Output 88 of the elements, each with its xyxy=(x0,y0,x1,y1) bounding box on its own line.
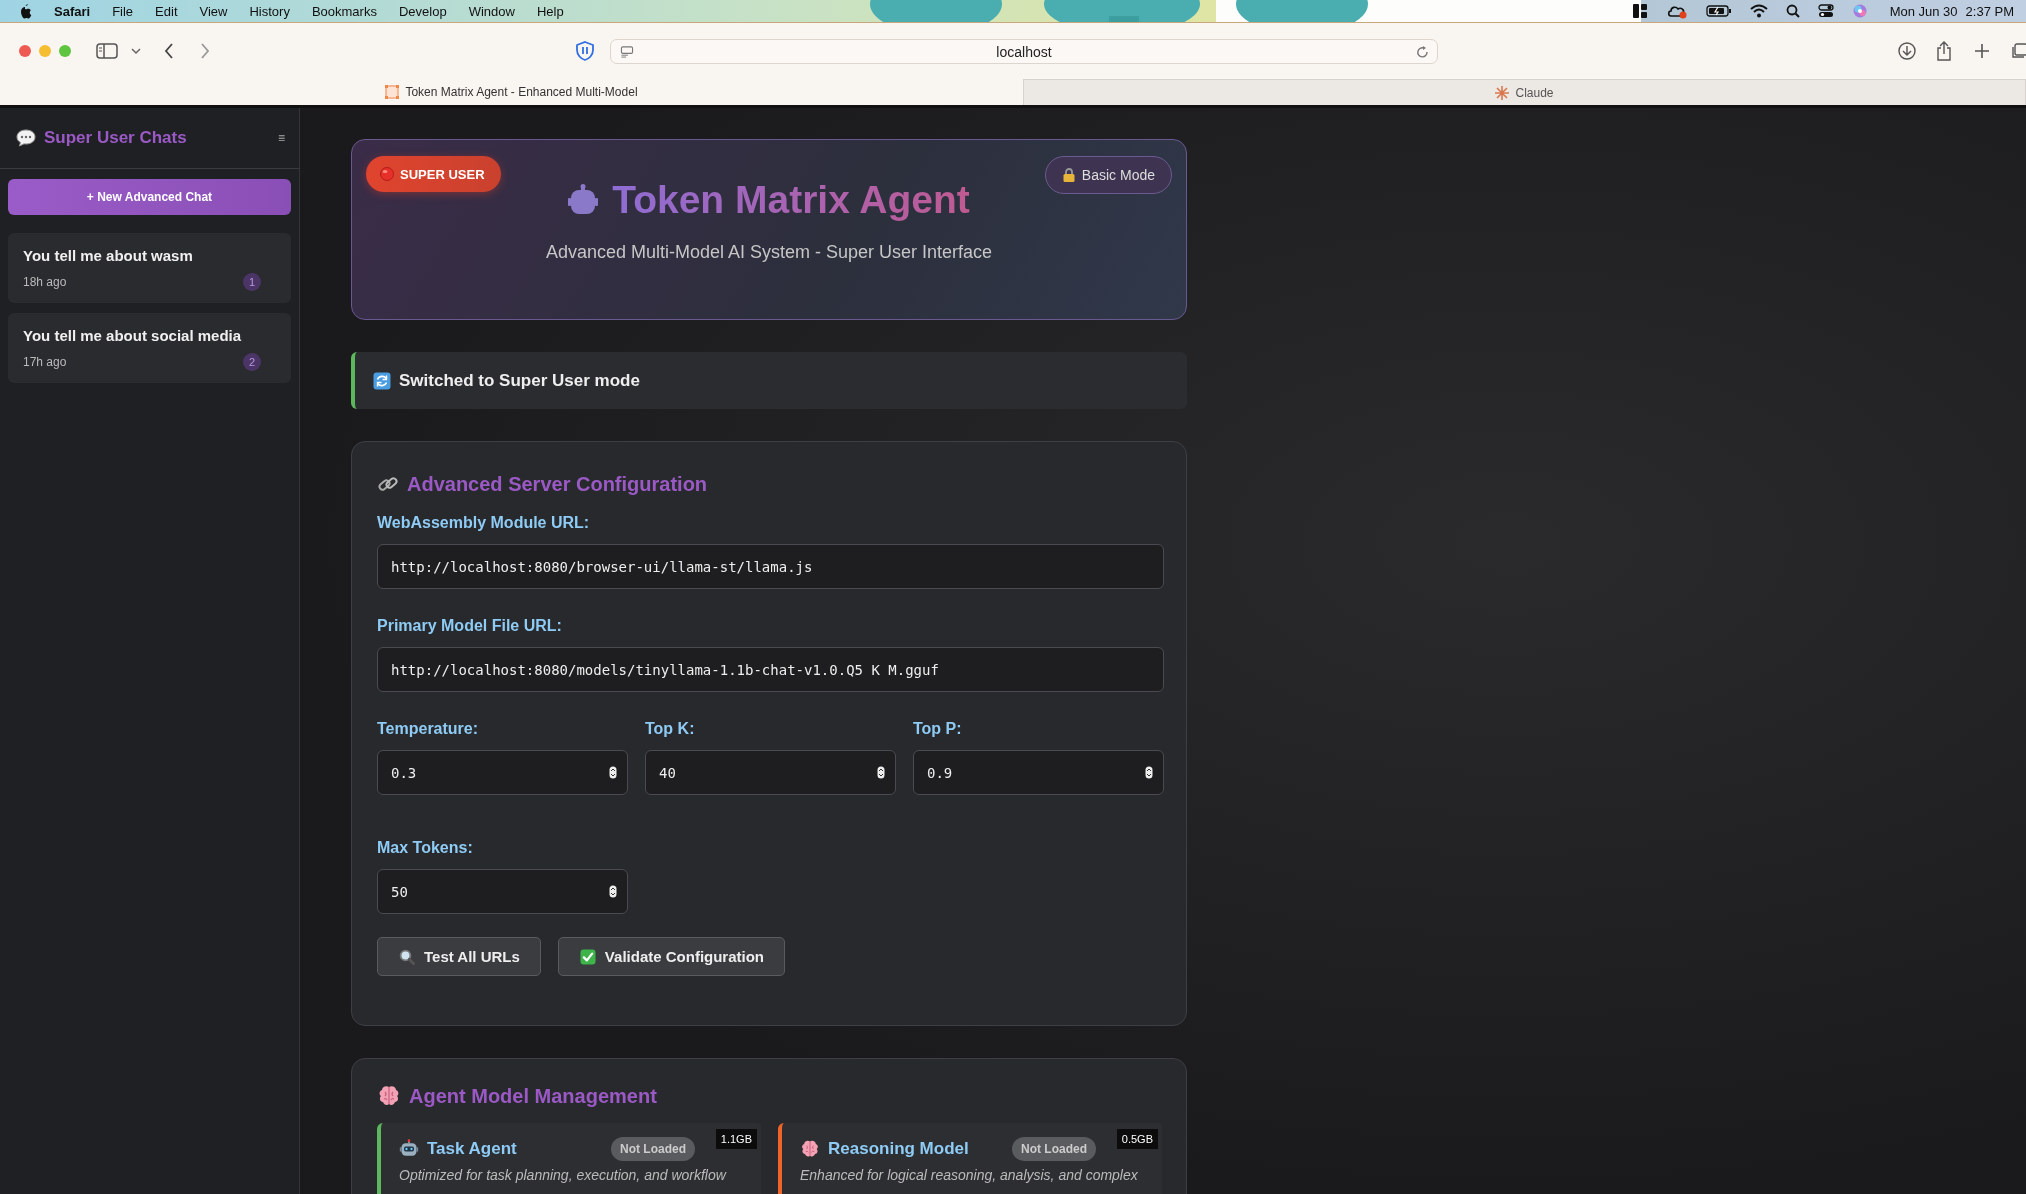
chat-time: 18h ago xyxy=(23,275,67,289)
browser-tab[interactable]: Claude xyxy=(1023,79,2026,105)
chat-item[interactable]: You tell me about social media 17h ago 2 xyxy=(8,313,291,383)
back-icon[interactable] xyxy=(164,43,174,59)
page-menu-icon[interactable] xyxy=(620,46,634,58)
spinner-icon[interactable] xyxy=(609,885,617,898)
notice-text: Switched to Super User mode xyxy=(399,370,640,391)
model-description: Enhanced for logical reasoning, analysis, and complex xyxy=(800,1167,1139,1183)
battery-icon[interactable] xyxy=(1705,4,1732,18)
address-field[interactable]: localhost xyxy=(610,39,1438,64)
app-subtitle: Advanced Multi-Model AI System - Super User Interface xyxy=(545,242,993,263)
menu-item[interactable]: Bookmarks xyxy=(311,3,377,19)
number-field[interactable]: 40 xyxy=(645,750,896,795)
menu-item[interactable]: Window xyxy=(468,3,515,19)
wifi-icon[interactable] xyxy=(1749,4,1768,18)
status-dot-icon xyxy=(380,167,394,181)
toggle-icon[interactable] xyxy=(1817,4,1834,18)
layout-icon[interactable] xyxy=(1631,3,1648,19)
chat-item[interactable]: You tell me about wasm 18h ago 1 xyxy=(8,233,291,303)
favicon-icon xyxy=(385,85,400,99)
cloud-icon[interactable] xyxy=(1665,3,1688,19)
orb-icon[interactable] xyxy=(1851,3,1868,19)
menu-item[interactable]: File xyxy=(112,3,134,19)
spinner-icon[interactable] xyxy=(609,766,617,779)
number-field[interactable]: 0.3 xyxy=(377,750,628,795)
status-badge: Not Loaded xyxy=(611,1137,695,1161)
model-name: Reasoning Model xyxy=(828,1139,970,1159)
search-icon[interactable] xyxy=(1785,4,1800,18)
field-label: Max Tokens: xyxy=(377,839,474,857)
menu-item[interactable]: History xyxy=(249,3,290,19)
menu-bar-date[interactable]: Mon Jun 30 xyxy=(1889,3,1958,19)
number-field[interactable]: 50 xyxy=(377,869,628,914)
message-count: 2 xyxy=(243,353,261,371)
size-badge: 0.5GB xyxy=(1116,1129,1158,1149)
field-label: Primary Model File URL: xyxy=(377,617,563,635)
model-name: Task Agent xyxy=(427,1139,518,1159)
download-icon[interactable] xyxy=(1898,42,1916,60)
apple-icon[interactable] xyxy=(18,3,32,19)
url-field[interactable]: http://localhost:8080/models/tinyllama-1.1b-chat-v1.0.Q5_K_M.gguf xyxy=(377,647,1164,692)
sidebar-icon[interactable] xyxy=(96,43,118,59)
field-label: Top K: xyxy=(645,720,696,738)
sidebar-title: Super User Chats xyxy=(44,128,188,148)
tabs-overview-icon[interactable] xyxy=(2012,43,2026,59)
message-count: 1 xyxy=(243,273,261,291)
menu-item[interactable]: Develop xyxy=(398,3,447,19)
new-tab-icon[interactable] xyxy=(1974,43,1990,59)
lock-icon xyxy=(1061,167,1076,183)
spinner-icon[interactable] xyxy=(1145,766,1153,779)
config-button[interactable]: Validate Configuration xyxy=(557,937,786,976)
speech-bubble-icon xyxy=(16,129,36,147)
new-chat-button[interactable]: + New Advanced Chat xyxy=(8,179,291,215)
url-field[interactable]: http://localhost:8080/browser-ui/llama-st/llama.js xyxy=(377,544,1164,589)
super-user-badge[interactable]: SUPER USER xyxy=(366,156,501,192)
section-title: Advanced Server Configuration xyxy=(407,472,708,496)
brain-icon xyxy=(377,1084,401,1108)
check-icon xyxy=(578,947,597,966)
menu-bar-clock[interactable]: 2:37 PM xyxy=(1965,3,2014,19)
section-title: Agent Model Management xyxy=(409,1084,657,1108)
number-field[interactable]: 0.9 xyxy=(913,750,1164,795)
status-badge: Not Loaded xyxy=(1012,1137,1096,1161)
menu-button[interactable]: ≡ xyxy=(278,131,285,145)
menu-item[interactable]: Help xyxy=(536,3,564,19)
close-button[interactable] xyxy=(19,45,31,57)
shield-icon[interactable] xyxy=(576,41,594,61)
size-badge: 1.1GB xyxy=(715,1129,757,1149)
chat-title: You tell me about social media xyxy=(23,327,243,344)
chat-time: 17h ago xyxy=(23,355,67,369)
chat-title: You tell me about wasm xyxy=(23,247,194,264)
robot-icon xyxy=(399,1139,419,1159)
app-menu[interactable]: Safari xyxy=(54,3,91,19)
basic-mode-button[interactable]: Basic Mode xyxy=(1044,156,1172,194)
field-label: WebAssembly Module URL: xyxy=(377,514,591,532)
forward-icon[interactable] xyxy=(200,43,210,59)
share-icon[interactable] xyxy=(1936,41,1952,61)
menu-item[interactable]: View xyxy=(199,3,228,19)
chevron-down-icon[interactable] xyxy=(131,47,141,55)
spinner-icon[interactable] xyxy=(877,766,885,779)
robot-icon xyxy=(568,184,599,216)
sparkle-icon xyxy=(1495,85,1510,100)
config-button[interactable]: Test All URLs xyxy=(377,937,541,976)
refresh-icon xyxy=(373,371,391,390)
model-description: Optimized for task planning, execution, and workflow xyxy=(399,1167,728,1183)
search-icon xyxy=(398,947,416,966)
brain-icon xyxy=(800,1139,820,1159)
menu-item[interactable]: Edit xyxy=(155,3,178,19)
reload-icon[interactable] xyxy=(1416,46,1429,59)
field-label: Temperature: xyxy=(377,720,480,738)
field-label: Top P: xyxy=(913,720,963,738)
